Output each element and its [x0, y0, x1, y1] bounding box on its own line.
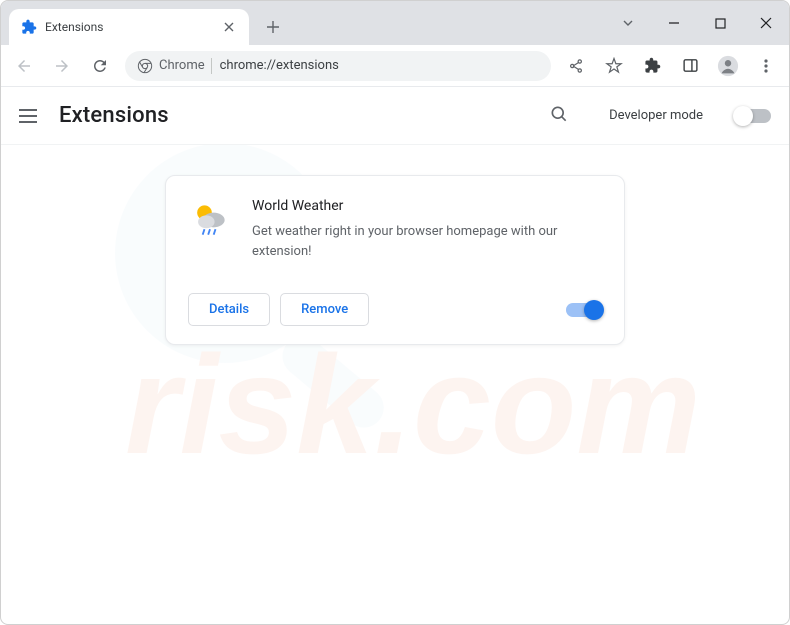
page-title: Extensions	[59, 103, 169, 128]
profile-icon[interactable]	[711, 49, 745, 83]
titlebar: Extensions	[1, 1, 789, 45]
extension-toggle[interactable]	[566, 303, 602, 317]
search-icon[interactable]	[549, 104, 569, 128]
bookmark-icon[interactable]	[597, 49, 631, 83]
address-bar[interactable]: Chrome chrome://extensions	[125, 51, 551, 81]
tab-title: Extensions	[45, 20, 213, 34]
new-tab-button[interactable]	[259, 13, 287, 41]
remove-button[interactable]: Remove	[280, 293, 369, 326]
forward-button[interactable]	[45, 49, 79, 83]
chevron-down-icon[interactable]	[605, 4, 651, 42]
developer-mode-toggle[interactable]	[735, 109, 771, 123]
extension-description: Get weather right in your browser homepa…	[252, 222, 602, 261]
hamburger-icon[interactable]	[19, 109, 37, 123]
browser-tab[interactable]: Extensions	[9, 9, 249, 45]
developer-mode-label: Developer mode	[609, 108, 703, 123]
puzzle-icon	[21, 19, 37, 35]
menu-icon[interactable]	[749, 49, 783, 83]
extension-name: World Weather	[252, 198, 602, 214]
toolbar: Chrome chrome://extensions	[1, 45, 789, 87]
close-window-button[interactable]	[743, 4, 789, 42]
content-area: World Weather Get weather right in your …	[1, 145, 789, 624]
chrome-chip: Chrome	[137, 58, 212, 74]
extension-card: World Weather Get weather right in your …	[165, 175, 625, 345]
back-button[interactable]	[7, 49, 41, 83]
window-controls	[605, 1, 789, 45]
url-text: chrome://extensions	[220, 58, 539, 73]
chrome-chip-label: Chrome	[159, 58, 205, 73]
extensions-icon[interactable]	[635, 49, 669, 83]
reload-button[interactable]	[83, 49, 117, 83]
chrome-icon	[137, 58, 153, 74]
close-icon[interactable]	[221, 19, 237, 35]
page-header: Extensions Developer mode	[1, 87, 789, 145]
share-icon[interactable]	[559, 49, 593, 83]
weather-icon	[188, 198, 232, 242]
maximize-button[interactable]	[697, 4, 743, 42]
minimize-button[interactable]	[651, 4, 697, 42]
details-button[interactable]: Details	[188, 293, 270, 326]
sidepanel-icon[interactable]	[673, 49, 707, 83]
browser-window: risk.com Extensions	[0, 0, 790, 625]
